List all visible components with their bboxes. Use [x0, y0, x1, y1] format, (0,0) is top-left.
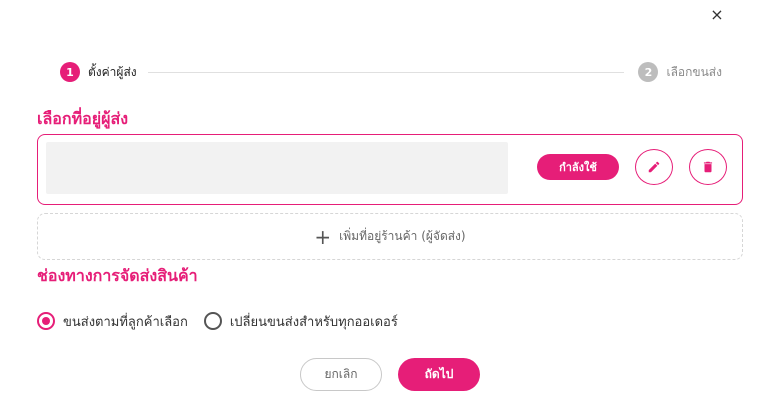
- step-2-number: 2: [638, 62, 659, 82]
- step-1: 1 ตั้งค่าผู้ส่ง: [60, 62, 137, 82]
- address-placeholder: [46, 142, 508, 194]
- cancel-button[interactable]: ยกเลิก: [300, 358, 382, 391]
- radio-label: เปลี่ยนขนส่งสำหรับทุกออเดอร์: [229, 314, 398, 330]
- radio-customer-choice[interactable]: ขนส่งตามที่ลูกค้าเลือก: [37, 311, 188, 332]
- next-button[interactable]: ถัดไป: [398, 358, 480, 391]
- trash-icon: [703, 161, 713, 173]
- radio-label: ขนส่งตามที่ลูกค้าเลือก: [63, 314, 188, 330]
- sender-address-card[interactable]: กำลังใช้: [37, 134, 743, 205]
- stepper: 1 ตั้งค่าผู้ส่ง 2 เลือกขนส่ง: [60, 62, 722, 82]
- add-address-label: เพิ่มที่อยู่ร้านค้า (ผู้จัดส่ง): [339, 229, 466, 243]
- shipping-options: ขนส่งตามที่ลูกค้าเลือก เปลี่ยนขนส่งสำหรั…: [37, 310, 414, 332]
- shipping-channel-title: ช่องทางการจัดส่งสินค้า: [37, 266, 198, 285]
- sender-address-title: เลือกที่อยู่ผู้ส่ง: [37, 109, 129, 128]
- step-2-label: เลือกขนส่ง: [666, 64, 722, 79]
- add-store-address-button[interactable]: + เพิ่มที่อยู่ร้านค้า (ผู้จัดส่ง): [37, 213, 743, 260]
- plus-icon: +: [314, 224, 332, 249]
- status-badge: กำลังใช้: [537, 154, 619, 180]
- stepper-line: [148, 72, 624, 73]
- pencil-icon: [648, 161, 660, 173]
- step-1-number: 1: [60, 62, 80, 82]
- radio-unchecked-icon: [203, 312, 222, 330]
- radio-checked-icon: [37, 312, 55, 330]
- step-1-label: ตั้งค่าผู้ส่ง: [88, 64, 137, 79]
- close-icon[interactable]: ×: [706, 4, 728, 26]
- edit-address-button[interactable]: [635, 149, 673, 185]
- delete-address-button[interactable]: [689, 149, 727, 185]
- radio-change-for-all[interactable]: เปลี่ยนขนส่งสำหรับทุกออเดอร์: [203, 311, 398, 332]
- step-2: 2 เลือกขนส่ง: [638, 62, 722, 82]
